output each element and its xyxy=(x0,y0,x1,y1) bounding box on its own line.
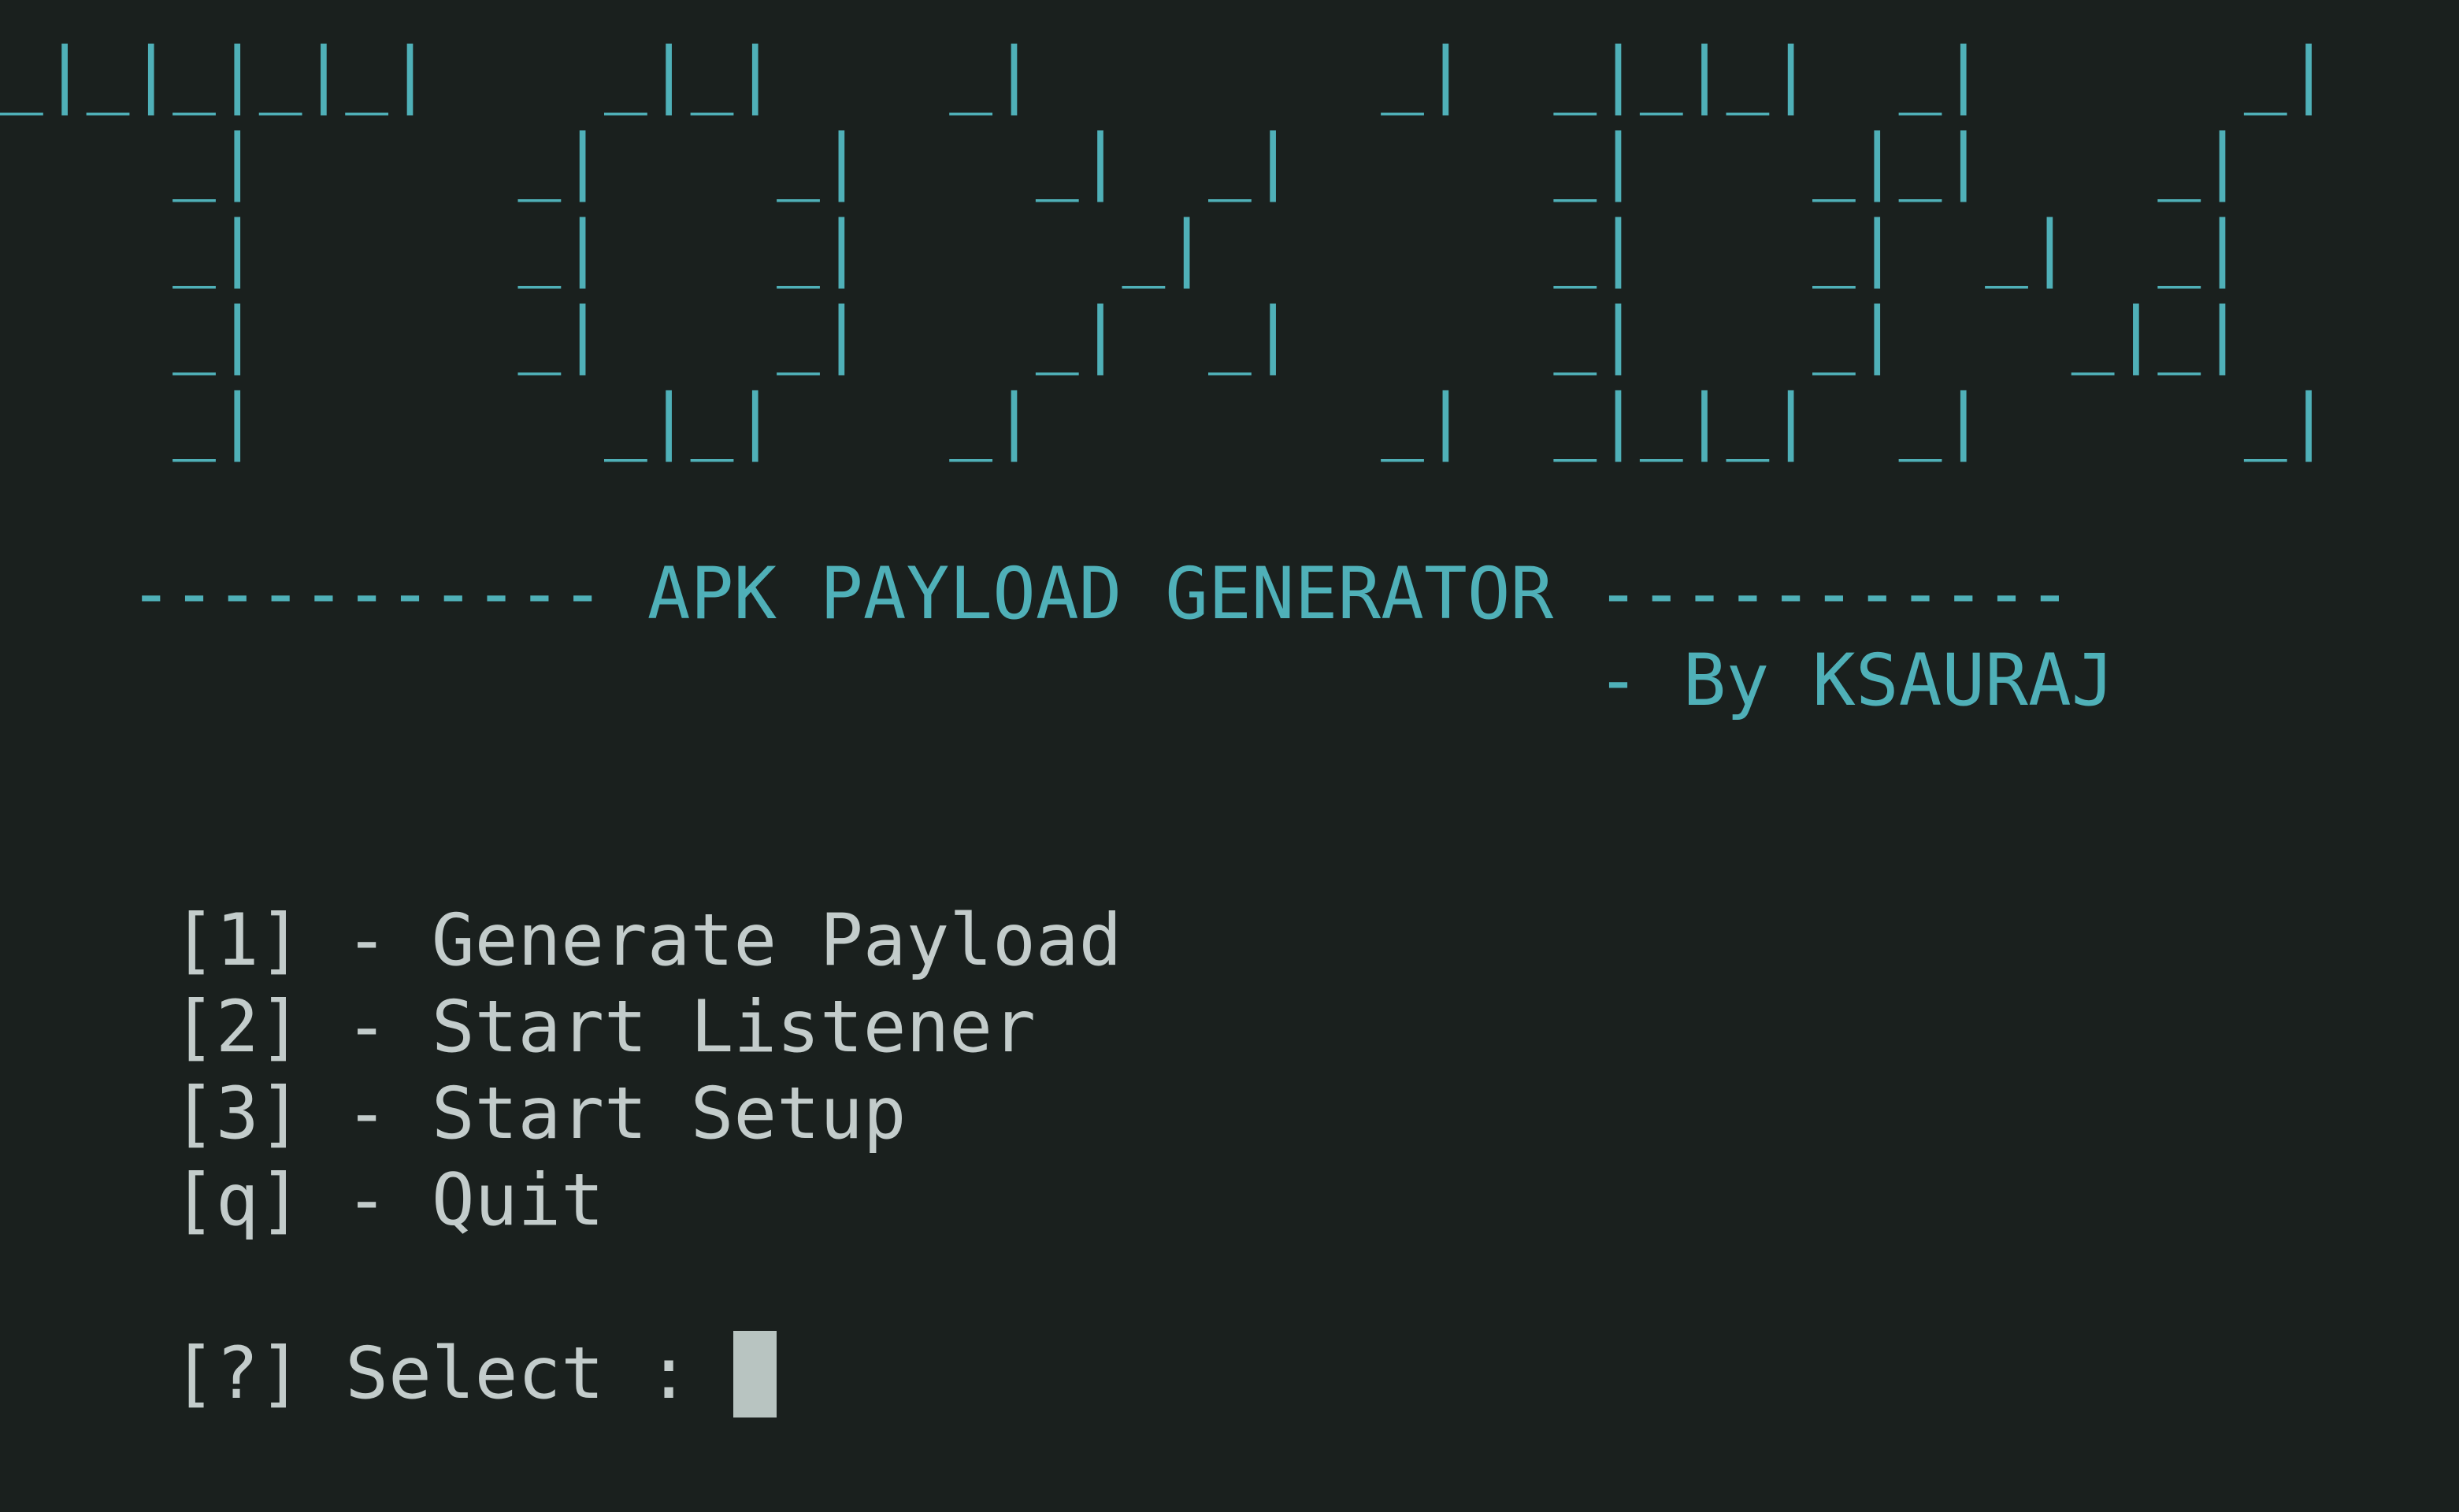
menu-item-start-setup: [3] - Start Setup xyxy=(0,1073,907,1155)
banner-line-4: _| _| _| _| _| _| _| _|_| xyxy=(0,293,2244,376)
terminal-window[interactable]: _|_|_|_|_| _|_| _| _| _|_|_| _| _| _| _|… xyxy=(0,0,2459,1512)
banner-line-1: _|_|_|_|_| _|_| _| _| _|_|_| _| _| xyxy=(0,33,2331,116)
app-title: ----------- APK PAYLOAD GENERATOR ------… xyxy=(0,553,2071,636)
menu-item-start-listener: [2] - Start Listener xyxy=(0,986,1036,1069)
banner-line-2: _| _| _| _| _| _| _|_| _| xyxy=(0,120,2244,202)
author-credit: - By KSAURAJ xyxy=(0,639,2115,722)
menu-item-quit: [q] - Quit xyxy=(0,1159,605,1242)
menu-item-generate-payload: [1] - Generate Payload xyxy=(0,899,1122,982)
banner-line-5: _| _|_| _| _| _|_|_| _| _| xyxy=(0,380,2331,462)
text-cursor[interactable] xyxy=(733,1331,777,1418)
banner-line-3: _| _| _| _| _| _| _| _| xyxy=(0,206,2244,289)
select-prompt-row[interactable]: [?] Select : xyxy=(0,1331,777,1418)
select-prompt: [?] Select : xyxy=(0,1332,734,1415)
